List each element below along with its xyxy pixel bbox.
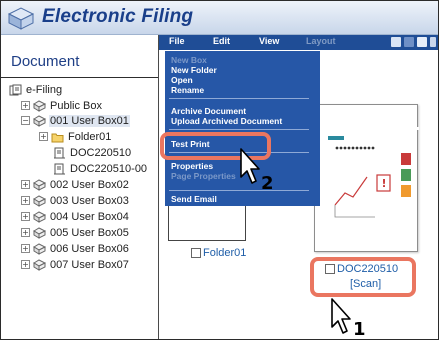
menu-item-upload-archived-document[interactable]: Upload Archived Document xyxy=(171,116,282,126)
expand-icon[interactable]: + xyxy=(39,132,48,141)
collapse-icon[interactable]: − xyxy=(21,116,30,125)
menu-edit[interactable]: Edit xyxy=(213,36,230,46)
expand-icon[interactable]: + xyxy=(21,244,30,253)
tree-item-label: DOC220510-00 xyxy=(70,162,148,175)
efiling-window: Electronic Filing Document e-Filing + Pu… xyxy=(0,0,439,340)
save-icon[interactable] xyxy=(404,37,414,47)
box-icon xyxy=(33,194,46,207)
pane-divider xyxy=(1,77,158,78)
tree-item-label: DOC220510 xyxy=(70,146,132,159)
document-checkbox[interactable] xyxy=(325,264,335,274)
document-preview-graphic: ! xyxy=(315,127,419,218)
cut-icon[interactable] xyxy=(430,37,436,47)
file-menu-dropdown-footer: Send Email xyxy=(165,189,320,206)
tree-item-user-box07[interactable]: + 007 User Box07 xyxy=(21,257,130,272)
tree-item-efiling[interactable]: e-Filing xyxy=(9,82,63,97)
tree-item-label: 003 User Box03 xyxy=(50,194,129,207)
menu-item-page-properties: Page Properties xyxy=(171,171,236,181)
tree-item-label: 005 User Box05 xyxy=(50,226,129,239)
tree-item-label: Folder01 xyxy=(68,130,112,143)
menu-item-archive-document[interactable]: Archive Document xyxy=(171,106,246,116)
folder-icon xyxy=(51,133,64,142)
folder-caption[interactable]: Folder01 xyxy=(191,247,246,259)
menu-item-open[interactable]: Open xyxy=(171,75,193,85)
title-bar: Electronic Filing xyxy=(1,1,438,35)
svg-text:!: ! xyxy=(382,177,387,190)
document-thumbnail[interactable]: ! xyxy=(314,104,419,252)
document-caption[interactable]: DOC220510 xyxy=(325,263,398,275)
menu-layout: Layout xyxy=(306,36,336,46)
view-icon[interactable] xyxy=(391,37,401,47)
expand-icon[interactable]: + xyxy=(21,180,30,189)
menu-item-properties[interactable]: Properties xyxy=(171,161,213,171)
box-open-icon xyxy=(33,114,46,127)
expand-icon[interactable]: + xyxy=(21,196,30,205)
tree-item-label: 004 User Box04 xyxy=(50,210,129,223)
mouse-pointer-icon xyxy=(331,298,351,334)
document-label: DOC220510 xyxy=(337,263,399,275)
menu-separator xyxy=(169,98,309,99)
document-tag: [Scan] xyxy=(350,278,382,290)
tree-item-label: 006 User Box06 xyxy=(50,242,129,255)
menu-item-send-email[interactable]: Send Email xyxy=(171,194,217,204)
tree-item-user-box06[interactable]: + 006 User Box06 xyxy=(21,241,130,256)
step-number-2: 2 xyxy=(261,173,274,194)
app-title: Electronic Filing xyxy=(42,6,194,27)
tree-item-label: 007 User Box07 xyxy=(50,258,129,271)
document-icon xyxy=(54,163,65,174)
menu-separator xyxy=(169,129,309,130)
tree-item-label: 001 User Box01 xyxy=(49,114,130,127)
tree-item-public-box[interactable]: + Public Box xyxy=(21,98,103,113)
efiling-root-icon xyxy=(9,84,22,95)
tree-item-user-box05[interactable]: + 005 User Box05 xyxy=(21,225,130,240)
menu-bar: File Edit View Layout xyxy=(159,35,438,50)
box-icon xyxy=(33,242,46,255)
expand-icon[interactable]: + xyxy=(21,212,30,221)
expand-icon[interactable]: + xyxy=(21,260,30,269)
document-icon xyxy=(54,147,65,158)
box-icon xyxy=(33,226,46,239)
mouse-pointer-icon xyxy=(240,148,260,184)
tree-item-folder01[interactable]: + Folder01 xyxy=(39,129,112,144)
tree-item-user-box04[interactable]: + 004 User Box04 xyxy=(21,209,130,224)
tree-item-user-box03[interactable]: + 003 User Box03 xyxy=(21,193,130,208)
pane-heading: Document xyxy=(11,53,80,70)
folder-checkbox[interactable] xyxy=(191,248,201,258)
toolbar-icons xyxy=(391,37,436,47)
box-icon xyxy=(33,178,46,191)
box-icon xyxy=(33,210,46,223)
box-icon xyxy=(33,258,46,271)
menu-item-new-box: New Box xyxy=(171,55,207,65)
menu-separator xyxy=(169,190,309,191)
tree-item-label: 002 User Box02 xyxy=(50,178,129,191)
tree-item-doc220510[interactable]: DOC220510 xyxy=(53,145,132,160)
tree-item-label: e-Filing xyxy=(26,83,63,96)
expand-icon[interactable]: + xyxy=(21,228,30,237)
tree-item-user-box01[interactable]: − 001 User Box01 xyxy=(21,113,130,128)
tree-item-doc220510-00[interactable]: DOC220510-00 xyxy=(53,161,148,176)
print-icon[interactable] xyxy=(417,37,427,47)
menu-item-new-folder[interactable]: New Folder xyxy=(171,65,217,75)
expand-icon[interactable]: + xyxy=(21,101,30,110)
step-number-1: 1 xyxy=(353,319,366,340)
efiling-logo-icon xyxy=(7,7,35,30)
menu-file[interactable]: File xyxy=(169,36,185,46)
folder-label: Folder01 xyxy=(203,247,247,259)
menu-view[interactable]: View xyxy=(259,36,279,46)
menu-item-rename[interactable]: Rename xyxy=(171,85,204,95)
tree-item-user-box02[interactable]: + 002 User Box02 xyxy=(21,177,130,192)
box-icon xyxy=(33,99,46,112)
tree-item-label: Public Box xyxy=(50,99,102,112)
